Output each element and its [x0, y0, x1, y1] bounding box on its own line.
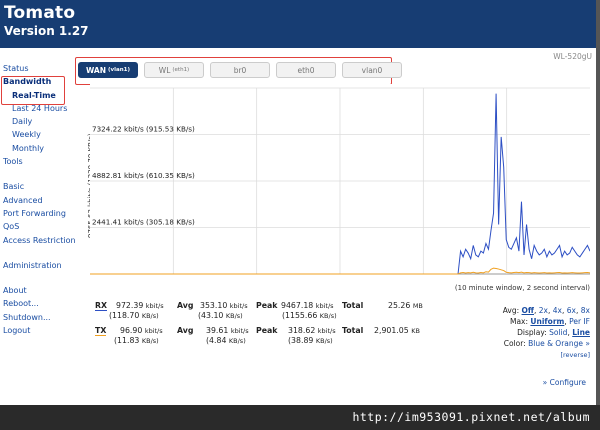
tab-wan[interactable]: WAN (vlan1) [78, 62, 138, 78]
sidebar-item-advanced[interactable]: Advanced [0, 194, 78, 207]
sidebar-item-qos[interactable]: QoS [0, 220, 78, 233]
rx-avg: 353.10 kbit/s [200, 301, 248, 310]
app-header: Tomato Version 1.27 [0, 0, 600, 48]
sidebar-item-basic[interactable]: Basic [0, 180, 78, 193]
tx-avg-label: Avg [177, 326, 194, 335]
sidebar-item-administration[interactable]: Administration [0, 259, 78, 272]
sidebar-item-tools[interactable]: Tools [0, 155, 78, 168]
color-option[interactable]: Blue & Orange » [528, 339, 590, 348]
max-option-uniform[interactable]: Uniform [530, 317, 564, 326]
window-edge [596, 0, 600, 405]
display-control-row: Display: Solid, Line [517, 328, 590, 337]
sidebar-item-daily[interactable]: Daily [0, 115, 78, 128]
tx-current: 96.90 kbit/s [120, 326, 163, 335]
tab-label: WL [158, 65, 171, 75]
tx-current-kb: (11.83 KB/s) [114, 336, 159, 345]
sidebar-item-about[interactable]: About [0, 284, 78, 297]
avg-label: Avg: [502, 306, 520, 315]
app-title: Tomato [4, 3, 76, 23]
interface-tabs: WAN (vlan1) WL (eth1) br0 eth0 vlan0 [78, 62, 402, 78]
rx-current-kb: (118.70 KB/s) [109, 311, 159, 320]
sidebar-item-status[interactable]: Status [0, 62, 78, 75]
watermark-text: http://im953091.pixnet.net/album [352, 410, 590, 424]
avg-option-4x[interactable]: 4x [553, 306, 562, 315]
tab-vlan0[interactable]: vlan0 [342, 62, 402, 78]
tx-peak: 318.62 kbit/s [288, 326, 336, 335]
tx-avg-kb: (4.84 KB/s) [206, 336, 246, 345]
chart-gridline-label: 2441.41 kbit/s (305.18 KB/s) [92, 217, 195, 226]
max-control-row: Max: Uniform, Per IF [509, 317, 590, 326]
rx-current: 972.39 kbit/s [116, 301, 164, 310]
router-model: WL-520gU [553, 52, 592, 61]
tab-label: vlan0 [361, 65, 383, 75]
tx-total: 2,901.05 KB [374, 326, 420, 335]
display-option-line[interactable]: Line [572, 328, 590, 337]
tx-peak-kb: (38.89 KB/s) [288, 336, 333, 345]
tab-sublabel: (vlan1) [108, 67, 130, 73]
tab-sublabel: (eth1) [172, 67, 190, 73]
sidebar-item-logout[interactable]: Logout [0, 324, 78, 337]
sidebar-item-reboot[interactable]: Reboot... [0, 297, 78, 310]
sidebar-item-shutdown[interactable]: Shutdown... [0, 311, 78, 324]
display-label: Display: [517, 328, 547, 337]
rx-total: 25.26 MB [388, 301, 423, 310]
tab-br0[interactable]: br0 [210, 62, 270, 78]
sidebar-item-port-forwarding[interactable]: Port Forwarding [0, 207, 78, 220]
rx-label: RX [95, 301, 108, 311]
tab-eth0[interactable]: eth0 [276, 62, 336, 78]
chart-window-note: (10 minute window, 2 second interval) [454, 284, 590, 292]
max-option-per-if[interactable]: Per IF [569, 317, 590, 326]
sidebar-item-monthly[interactable]: Monthly [0, 142, 78, 155]
app-version: Version 1.27 [4, 24, 89, 38]
rx-avg-label: Avg [177, 301, 194, 310]
tx-peak-label: Peak [256, 326, 278, 335]
tab-label: eth0 [297, 65, 315, 75]
tx-label: TX [95, 326, 107, 336]
chart-y-axis-label-box: 9765.63 kbit/s (1220.70 KB/s) [79, 88, 95, 238]
sidebar-item-weekly[interactable]: Weekly [0, 128, 78, 141]
chart-controls: Avg: Off, 2x, 4x, 6x, 8x Max: Uniform, P… [503, 305, 590, 361]
avg-option-6x[interactable]: 6x [567, 306, 576, 315]
tab-wl[interactable]: WL (eth1) [144, 62, 204, 78]
reverse-link[interactable]: [reverse] [560, 351, 590, 359]
max-label: Max: [509, 317, 529, 326]
chart-gridline-label: 4882.81 kbit/s (610.35 KB/s) [92, 171, 195, 180]
avg-option-2x[interactable]: 2x [539, 306, 548, 315]
tx-avg: 39.61 kbit/s [206, 326, 249, 335]
avg-option-8x[interactable]: 8x [581, 306, 590, 315]
tx-total-label: Total [342, 326, 364, 335]
chart-gridline-label: 7324.22 kbit/s (915.53 KB/s) [92, 125, 195, 134]
sidebar-item-access-restriction[interactable]: Access Restriction [0, 234, 78, 247]
sidebar-highlight-box [1, 76, 65, 105]
bandwidth-chart: 7324.22 kbit/s (915.53 KB/s) 4882.81 kbit… [90, 84, 590, 278]
rx-peak: 9467.18 kbit/s [281, 301, 334, 310]
tab-label: WAN [86, 65, 107, 75]
display-option-solid[interactable]: Solid [549, 328, 567, 337]
avg-option-off[interactable]: Off [522, 306, 534, 315]
tab-label: br0 [233, 65, 247, 75]
avg-control-row: Avg: Off, 2x, 4x, 6x, 8x [502, 306, 590, 315]
rx-peak-label: Peak [256, 301, 278, 310]
rx-peak-kb: (1155.66 KB/s) [282, 311, 337, 320]
rx-total-label: Total [342, 301, 364, 310]
color-control-row: Color: Blue & Orange » [503, 338, 590, 349]
color-label: Color: [503, 339, 526, 348]
rx-avg-kb: (43.10 KB/s) [198, 311, 243, 320]
configure-link[interactable]: » Configure [543, 378, 586, 387]
